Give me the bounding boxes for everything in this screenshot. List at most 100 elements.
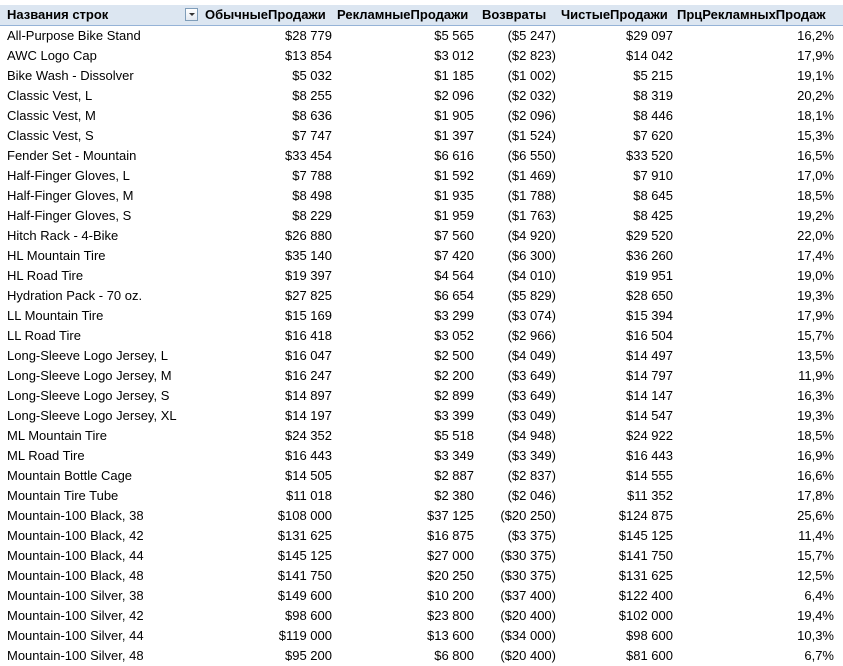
returns-cell[interactable]: ($1 002) <box>477 66 556 86</box>
net-sales-cell[interactable]: $14 797 <box>558 366 673 386</box>
table-row[interactable]: Long-Sleeve Logo Jersey, XL $14 197 $3 399… <box>0 406 843 426</box>
promo-pct-cell[interactable]: 19,1% <box>676 66 834 86</box>
regular-sales-cell[interactable]: $24 352 <box>200 426 332 446</box>
row-label[interactable]: Mountain-100 Silver, 44 <box>7 626 197 646</box>
row-label[interactable]: Mountain-100 Black, 42 <box>7 526 197 546</box>
table-row[interactable]: Fender Set - Mountain $33 454 $6 616 ($6 55… <box>0 146 843 166</box>
returns-cell[interactable]: ($37 400) <box>477 586 556 606</box>
table-row[interactable]: ML Mountain Tire $24 352 $5 518 ($4 948) $24… <box>0 426 843 446</box>
promo-pct-cell[interactable]: 13,5% <box>676 346 834 366</box>
promo-sales-cell[interactable]: $3 052 <box>334 326 474 346</box>
row-label[interactable]: Bike Wash - Dissolver <box>7 66 197 86</box>
returns-cell[interactable]: ($30 375) <box>477 566 556 586</box>
regular-sales-cell[interactable]: $145 125 <box>200 546 332 566</box>
net-sales-cell[interactable]: $16 504 <box>558 326 673 346</box>
table-row[interactable]: ML Road Tire $16 443 $3 349 ($3 349) $16 443… <box>0 446 843 466</box>
promo-sales-cell[interactable]: $4 564 <box>334 266 474 286</box>
row-label[interactable]: HL Mountain Tire <box>7 246 197 266</box>
net-sales-cell[interactable]: $29 520 <box>558 226 673 246</box>
regular-sales-cell[interactable]: $35 140 <box>200 246 332 266</box>
row-label[interactable]: Mountain-100 Black, 38 <box>7 506 197 526</box>
row-label[interactable]: Classic Vest, S <box>7 126 197 146</box>
promo-pct-cell[interactable]: 19,4% <box>676 606 834 626</box>
promo-sales-cell[interactable]: $1 959 <box>334 206 474 226</box>
net-sales-cell[interactable]: $131 625 <box>558 566 673 586</box>
row-label[interactable]: Mountain-100 Silver, 38 <box>7 586 197 606</box>
returns-cell[interactable]: ($3 375) <box>477 526 556 546</box>
returns-cell[interactable]: ($6 550) <box>477 146 556 166</box>
returns-cell[interactable]: ($3 649) <box>477 386 556 406</box>
table-row[interactable]: LL Mountain Tire $15 169 $3 299 ($3 074) $15… <box>0 306 843 326</box>
promo-sales-cell[interactable]: $7 420 <box>334 246 474 266</box>
row-label[interactable]: Hitch Rack - 4-Bike <box>7 226 197 246</box>
table-row[interactable]: All-Purpose Bike Stand $28 779 $5 565 ($5 2… <box>0 26 843 46</box>
row-label[interactable]: Mountain Tire Tube <box>7 486 197 506</box>
promo-sales-cell[interactable]: $6 654 <box>334 286 474 306</box>
regular-sales-cell[interactable]: $33 454 <box>200 146 332 166</box>
promo-pct-cell[interactable]: 19,3% <box>676 406 834 426</box>
net-sales-cell[interactable]: $11 352 <box>558 486 673 506</box>
promo-sales-cell[interactable]: $13 600 <box>334 626 474 646</box>
returns-cell[interactable]: ($20 400) <box>477 646 556 666</box>
returns-cell[interactable]: ($2 966) <box>477 326 556 346</box>
net-sales-cell[interactable]: $8 425 <box>558 206 673 226</box>
regular-sales-cell[interactable]: $141 750 <box>200 566 332 586</box>
returns-cell[interactable]: ($5 829) <box>477 286 556 306</box>
promo-sales-cell[interactable]: $1 935 <box>334 186 474 206</box>
returns-cell[interactable]: ($2 096) <box>477 106 556 126</box>
regular-sales-cell[interactable]: $16 247 <box>200 366 332 386</box>
promo-pct-cell[interactable]: 17,0% <box>676 166 834 186</box>
regular-sales-cell[interactable]: $149 600 <box>200 586 332 606</box>
net-sales-cell[interactable]: $124 875 <box>558 506 673 526</box>
returns-cell[interactable]: ($34 000) <box>477 626 556 646</box>
returns-cell[interactable]: ($5 247) <box>477 26 556 46</box>
promo-pct-cell[interactable]: 20,2% <box>676 86 834 106</box>
row-label[interactable]: Hydration Pack - 70 oz. <box>7 286 197 306</box>
net-sales-cell[interactable]: $145 125 <box>558 526 673 546</box>
header-net-sales[interactable]: ЧистыеПродажи <box>561 5 675 25</box>
row-label[interactable]: LL Mountain Tire <box>7 306 197 326</box>
regular-sales-cell[interactable]: $8 229 <box>200 206 332 226</box>
row-label[interactable]: ML Road Tire <box>7 446 197 466</box>
row-label[interactable]: Mountain-100 Silver, 48 <box>7 646 197 666</box>
promo-sales-cell[interactable]: $3 299 <box>334 306 474 326</box>
table-row[interactable]: Long-Sleeve Logo Jersey, L $16 047 $2 500(… <box>0 346 843 366</box>
promo-sales-cell[interactable]: $3 399 <box>334 406 474 426</box>
net-sales-cell[interactable]: $14 042 <box>558 46 673 66</box>
regular-sales-cell[interactable]: $7 788 <box>200 166 332 186</box>
table-row[interactable]: HL Road Tire $19 397 $4 564 ($4 010) $19 951… <box>0 266 843 286</box>
promo-sales-cell[interactable]: $1 185 <box>334 66 474 86</box>
promo-pct-cell[interactable]: 11,4% <box>676 526 834 546</box>
header-promo-pct[interactable]: ПрцРекламныхПродаж <box>677 5 837 25</box>
table-row[interactable]: Mountain-100 Black, 48 $141 750 $20 250 ($3… <box>0 566 843 586</box>
row-label[interactable]: LL Road Tire <box>7 326 197 346</box>
returns-cell[interactable]: ($4 920) <box>477 226 556 246</box>
table-row[interactable]: Long-Sleeve Logo Jersey, M $16 247 $2 200(… <box>0 366 843 386</box>
net-sales-cell[interactable]: $14 497 <box>558 346 673 366</box>
promo-pct-cell[interactable]: 16,6% <box>676 466 834 486</box>
regular-sales-cell[interactable]: $119 000 <box>200 626 332 646</box>
promo-sales-cell[interactable]: $3 012 <box>334 46 474 66</box>
table-row[interactable]: Bike Wash - Dissolver $5 032 $1 185 ($1 002… <box>0 66 843 86</box>
promo-pct-cell[interactable]: 25,6% <box>676 506 834 526</box>
promo-sales-cell[interactable]: $1 397 <box>334 126 474 146</box>
promo-sales-cell[interactable]: $6 616 <box>334 146 474 166</box>
net-sales-cell[interactable]: $15 394 <box>558 306 673 326</box>
table-row[interactable]: HL Mountain Tire $35 140 $7 420 ($6 300) $36… <box>0 246 843 266</box>
promo-sales-cell[interactable]: $27 000 <box>334 546 474 566</box>
regular-sales-cell[interactable]: $16 418 <box>200 326 332 346</box>
returns-cell[interactable]: ($1 524) <box>477 126 556 146</box>
returns-cell[interactable]: ($3 074) <box>477 306 556 326</box>
promo-sales-cell[interactable]: $2 096 <box>334 86 474 106</box>
row-labels-filter-dropdown-icon[interactable] <box>185 8 198 21</box>
returns-cell[interactable]: ($2 823) <box>477 46 556 66</box>
table-row[interactable]: Mountain-100 Black, 44 $145 125 $27 000 ($3… <box>0 546 843 566</box>
promo-sales-cell[interactable]: $5 518 <box>334 426 474 446</box>
promo-pct-cell[interactable]: 18,5% <box>676 186 834 206</box>
returns-cell[interactable]: ($1 469) <box>477 166 556 186</box>
promo-pct-cell[interactable]: 11,9% <box>676 366 834 386</box>
header-returns[interactable]: Возвраты <box>482 5 558 25</box>
net-sales-cell[interactable]: $141 750 <box>558 546 673 566</box>
table-row[interactable]: Hydration Pack - 70 oz. $27 825 $6 654 ($5 … <box>0 286 843 306</box>
returns-cell[interactable]: ($1 788) <box>477 186 556 206</box>
